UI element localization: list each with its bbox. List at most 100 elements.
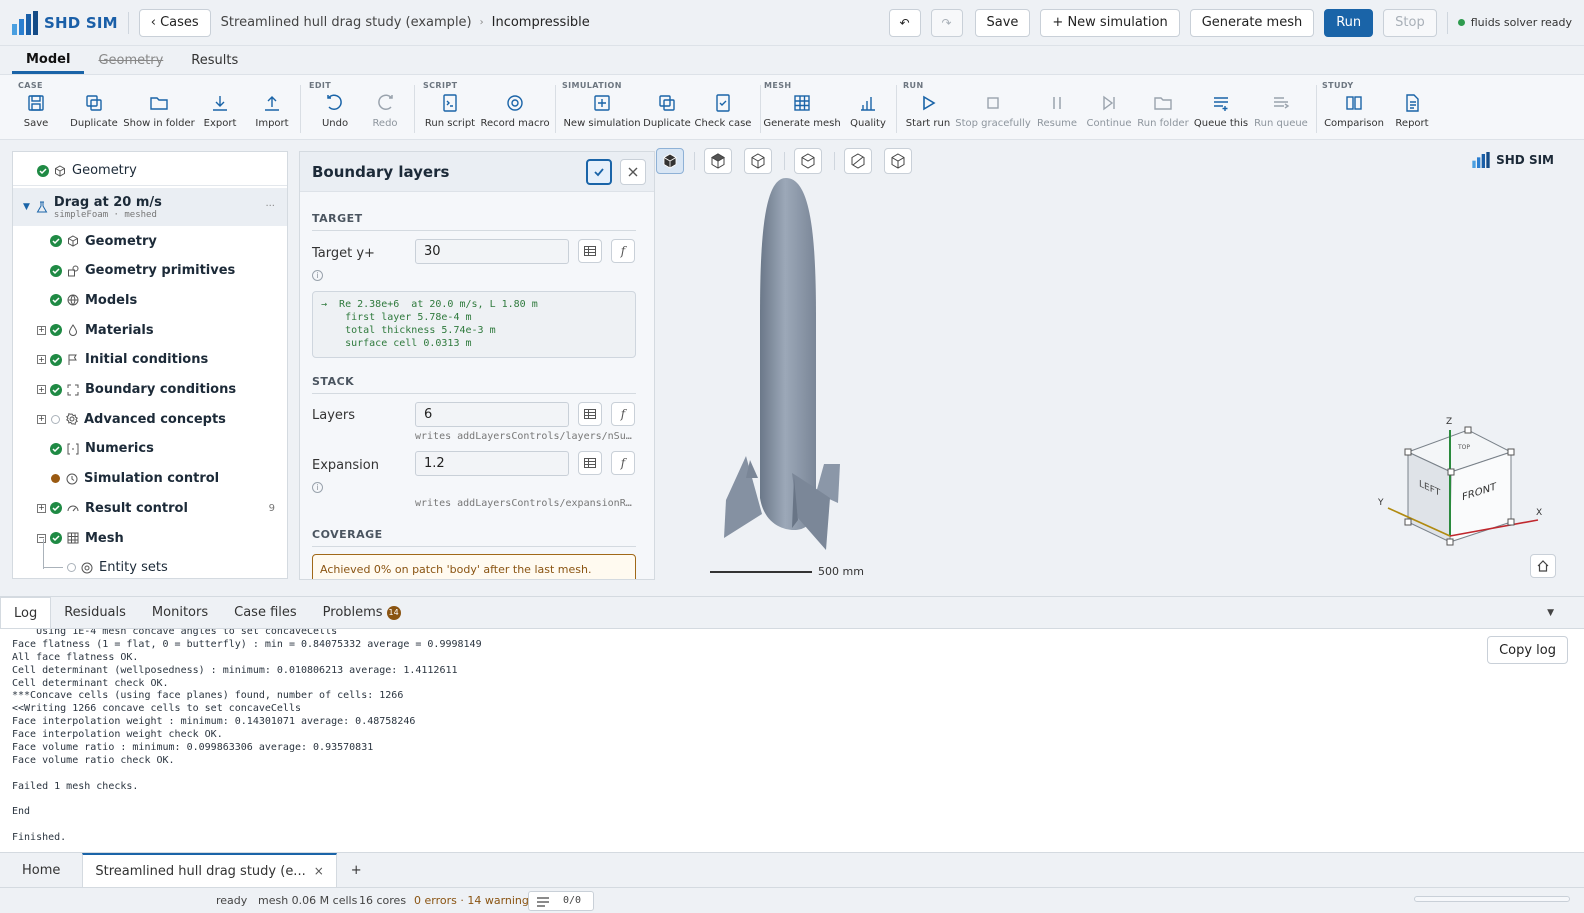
ribbon-redo[interactable]: Redo	[365, 93, 405, 135]
tree-item-materials[interactable]: + Materials	[13, 315, 287, 345]
tree-item-simulation-control[interactable]: Simulation control	[13, 464, 287, 494]
tree-item-numerics[interactable]: Numerics	[13, 434, 287, 464]
undo-button[interactable]: ↶	[888, 8, 921, 37]
layers-input[interactable]: 6	[415, 402, 569, 427]
view-iso-button[interactable]	[656, 148, 684, 174]
add-tab-button[interactable]: +	[337, 853, 376, 887]
tab-active-case[interactable]: Streamlined hull drag study (e... ×	[82, 853, 337, 887]
collapse-icon[interactable]: ▼	[1547, 608, 1554, 618]
ribbon-new-simulation[interactable]: New simulation	[563, 93, 641, 135]
horizontal-scrollbar[interactable]	[1414, 896, 1570, 902]
more-icon[interactable]: ...	[265, 198, 275, 209]
info-icon[interactable]: i	[312, 482, 323, 493]
view-edges-button[interactable]	[794, 148, 822, 174]
expand-icon[interactable]: +	[37, 385, 46, 394]
stop-button[interactable]: Stop	[1383, 8, 1437, 37]
expand-icon[interactable]: +	[37, 355, 46, 365]
tab-monitors[interactable]: Monitors	[139, 597, 221, 628]
ribbon-import[interactable]: Import	[250, 93, 294, 135]
tree-item-result-control[interactable]: + Result control 9	[13, 493, 287, 523]
table-button[interactable]	[578, 402, 602, 426]
tab-case-files[interactable]: Case files	[221, 597, 310, 628]
tree-item-simulation[interactable]: ▼ Drag at 20 m/s simpleFoam · meshed ...	[13, 188, 287, 226]
ribbon-start-run[interactable]: Start run	[905, 93, 951, 135]
home-view-button[interactable]	[1530, 554, 1556, 578]
formula-button[interactable]: f	[611, 239, 635, 263]
ribbon-record-macro[interactable]: Record macro	[480, 93, 550, 135]
collapse-icon[interactable]: −	[37, 533, 46, 543]
copy-log-button[interactable]: Copy log	[1487, 636, 1568, 664]
formula-button[interactable]: f	[611, 402, 635, 426]
run-button[interactable]: Run	[1324, 8, 1374, 37]
target-yplus-input[interactable]: 30	[415, 239, 569, 264]
tab-results[interactable]: Results	[177, 47, 252, 74]
ribbon-check-case[interactable]: Check case	[695, 93, 751, 135]
info-icon[interactable]: i	[312, 270, 323, 281]
tree-item-models[interactable]: Models	[13, 285, 287, 315]
ribbon-duplicate[interactable]: Duplicate	[64, 93, 124, 135]
tab-geometry[interactable]: Geometry	[84, 47, 177, 74]
expand-icon[interactable]: +	[37, 414, 46, 424]
expansion-input[interactable]: 1.2	[415, 451, 569, 476]
expansion-writes: writes addLayersControls/expansionR…	[415, 498, 632, 509]
chevron-down-icon[interactable]: ▼	[23, 202, 30, 212]
ribbon-export[interactable]: Export	[200, 93, 240, 135]
expand-icon[interactable]: +	[37, 325, 46, 335]
apply-button[interactable]	[586, 158, 612, 185]
tab-problems[interactable]: Problems 14	[310, 597, 414, 628]
view-fit-button[interactable]	[884, 148, 912, 174]
status-counter[interactable]: 0/0	[528, 891, 594, 911]
ribbon-run-folder[interactable]: Run folder	[1137, 93, 1189, 135]
generate-mesh-button[interactable]: Generate mesh	[1189, 8, 1315, 37]
tree-item-geometry-root[interactable]: Geometry	[13, 156, 287, 186]
ribbon-comparison[interactable]: Comparison	[1322, 93, 1386, 135]
close-tab-icon[interactable]: ×	[314, 864, 324, 878]
tree-item-geometry[interactable]: Geometry	[13, 226, 287, 256]
ribbon-quality[interactable]: Quality	[848, 93, 888, 135]
ribbon-show-in-folder[interactable]: Show in folder	[123, 93, 195, 135]
ribbon-duplicate-simulation[interactable]: Duplicate	[642, 93, 692, 135]
view-section-button[interactable]	[844, 148, 872, 174]
formula-button[interactable]: f	[611, 451, 635, 475]
tree-item-entity-sets[interactable]: Entity sets	[13, 538, 287, 578]
ribbon-save[interactable]: Save	[11, 93, 61, 135]
cube-icon	[55, 164, 65, 177]
ribbon-stop-gracefully[interactable]: Stop gracefully	[955, 93, 1031, 135]
tab-home[interactable]: Home	[0, 853, 82, 887]
ribbon-run-queue[interactable]: Run queue	[1254, 93, 1308, 135]
check-icon	[37, 164, 49, 177]
table-button[interactable]	[578, 239, 602, 263]
tree-item-geometry-primitives[interactable]: Geometry primitives	[13, 256, 287, 286]
orientation-cube[interactable]: LEFT FRONT TOP Z X Y	[1376, 417, 1546, 550]
status-problems[interactable]: 0 errors · 14 warnings	[414, 894, 535, 907]
tree-item-boundary-conditions[interactable]: + Boundary conditions	[13, 375, 287, 405]
view-wireframe-button[interactable]	[744, 148, 772, 174]
log-line: ***Concave cells (using face planes) fou…	[12, 690, 404, 702]
redo-button[interactable]: ↷	[930, 8, 963, 37]
tab-residuals[interactable]: Residuals	[51, 597, 139, 628]
breadcrumb-case[interactable]: Streamlined hull drag study (example)	[221, 15, 472, 30]
close-button[interactable]	[620, 158, 646, 185]
tree-item-advanced-concepts[interactable]: + Advanced concepts	[13, 404, 287, 434]
tree-item-initial-conditions[interactable]: + Initial conditions	[13, 345, 287, 375]
ribbon-run-script[interactable]: Run script	[423, 93, 477, 135]
new-simulation-button[interactable]: + New simulation	[1040, 8, 1180, 37]
3d-viewport[interactable]: SHD SIM 500 mm LEFT FRONT TOP Z X Y	[656, 140, 1584, 592]
expand-icon[interactable]: +	[37, 503, 46, 513]
log-line: Failed 1 mesh checks.	[12, 780, 139, 792]
simulation-name: Drag at 20 m/s	[53, 194, 162, 210]
cases-button[interactable]: ‹ Cases	[138, 8, 211, 37]
save-button[interactable]: Save	[974, 8, 1031, 37]
ribbon-continue[interactable]: Continue	[1087, 93, 1131, 135]
ribbon-generate-mesh[interactable]: Generate mesh	[763, 93, 841, 135]
ribbon-undo[interactable]: Undo	[315, 93, 355, 135]
tab-log[interactable]: Log	[0, 597, 52, 628]
view-solid-button[interactable]	[704, 148, 732, 174]
tree-item-mesh[interactable]: − Mesh	[13, 523, 287, 553]
table-button[interactable]	[578, 451, 602, 475]
ribbon-report[interactable]: Report	[1390, 93, 1434, 135]
numerics-icon	[67, 443, 79, 455]
ribbon-resume[interactable]: Resume	[1037, 93, 1077, 135]
tab-model[interactable]: Model	[12, 47, 85, 74]
ribbon-queue-this[interactable]: Queue this	[1194, 93, 1248, 135]
